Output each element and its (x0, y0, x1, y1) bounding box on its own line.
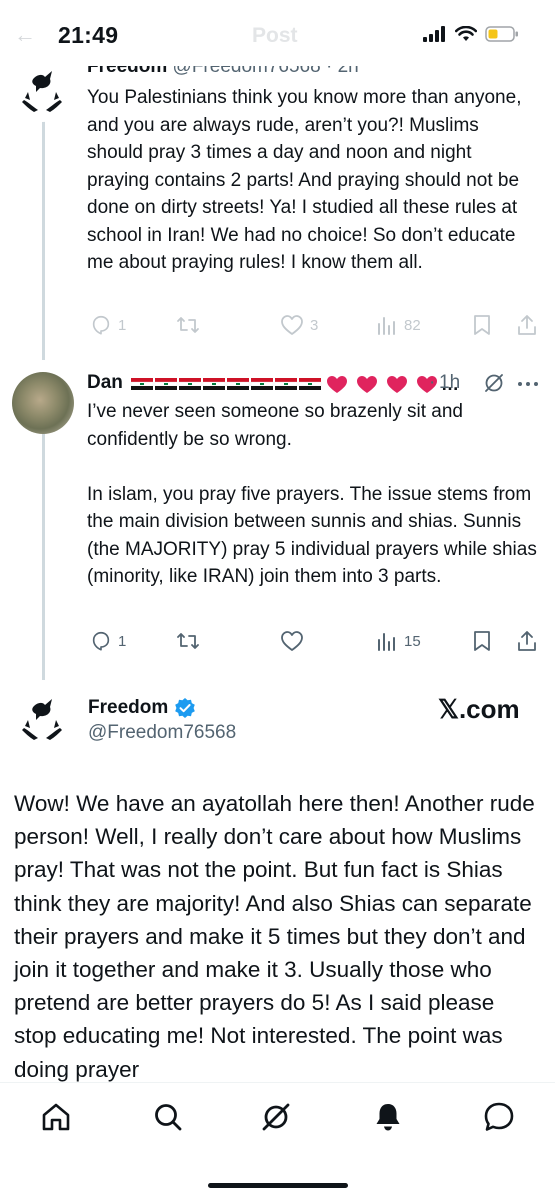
tweet-text: Wow! We have an ayatollah here then! Ano… (14, 791, 535, 1082)
action-bar: 1 15 (0, 628, 555, 656)
tweet-header: Dan … · 1h (87, 372, 547, 398)
header-title: Post (252, 24, 298, 47)
author-name[interactable]: Freedom (88, 697, 168, 719)
home-indicator (208, 1183, 348, 1188)
verified-badge-icon (175, 698, 196, 718)
author-handle[interactable]: @Freedom76568 (88, 722, 236, 744)
bookmark-icon (474, 631, 490, 651)
heart-icon (281, 315, 303, 335)
reply-button[interactable]: 1 (90, 314, 126, 336)
wifi-icon (455, 26, 477, 41)
status-icons (423, 26, 519, 42)
share-icon (518, 631, 536, 651)
like-count: 3 (310, 316, 319, 334)
heart-icon (281, 631, 303, 651)
share-button[interactable] (516, 314, 538, 336)
views-icon (378, 633, 395, 651)
like-button[interactable] (280, 630, 304, 652)
action-bar: 1 3 82 (0, 312, 555, 340)
avatar[interactable] (12, 690, 72, 750)
reply-icon (92, 315, 110, 335)
search-icon[interactable] (152, 1101, 184, 1138)
status-time: 21:49 (58, 22, 119, 48)
tweet-header: Freedom (88, 697, 196, 719)
grok-icon[interactable] (260, 1101, 292, 1138)
repost-button[interactable] (176, 630, 200, 652)
tweet-text: I’ve never seen someone so brazenly sit … (87, 401, 537, 587)
views-button[interactable]: 82 (376, 314, 421, 336)
tweet-time[interactable]: 1h (439, 372, 460, 394)
reply-button[interactable]: 1 (90, 630, 126, 652)
reply-count: 1 (118, 316, 127, 334)
like-button[interactable]: 3 (280, 314, 318, 336)
bookmark-button[interactable] (472, 630, 492, 652)
views-icon (378, 317, 395, 335)
avatar[interactable] (12, 62, 72, 122)
signal-icon (423, 26, 445, 42)
repost-icon (177, 317, 199, 333)
flag-emojis: … (131, 374, 459, 394)
grok-icon[interactable] (483, 372, 505, 394)
views-button[interactable]: 15 (376, 630, 421, 652)
reply-icon (92, 631, 110, 651)
back-arrow-icon[interactable]: ← (14, 22, 36, 48)
notifications-icon[interactable] (372, 1101, 404, 1138)
more-icon[interactable] (517, 381, 539, 387)
author-name[interactable]: Dan (87, 372, 123, 394)
bookmark-icon (474, 315, 490, 335)
share-button[interactable] (516, 630, 538, 652)
repost-icon (177, 633, 199, 649)
share-icon (518, 315, 536, 335)
avatar[interactable] (12, 372, 74, 434)
tweet-text: You Palestinians think you know more tha… (87, 87, 527, 273)
messages-icon[interactable] (482, 1101, 516, 1138)
bookmark-button[interactable] (472, 314, 492, 336)
reply-count: 1 (118, 632, 127, 650)
repost-button[interactable] (176, 314, 200, 336)
home-icon[interactable] (40, 1101, 72, 1138)
views-count: 82 (404, 316, 421, 334)
x-watermark: 𝕏.com (438, 694, 520, 724)
battery-icon (485, 26, 518, 42)
views-count: 15 (404, 632, 421, 650)
